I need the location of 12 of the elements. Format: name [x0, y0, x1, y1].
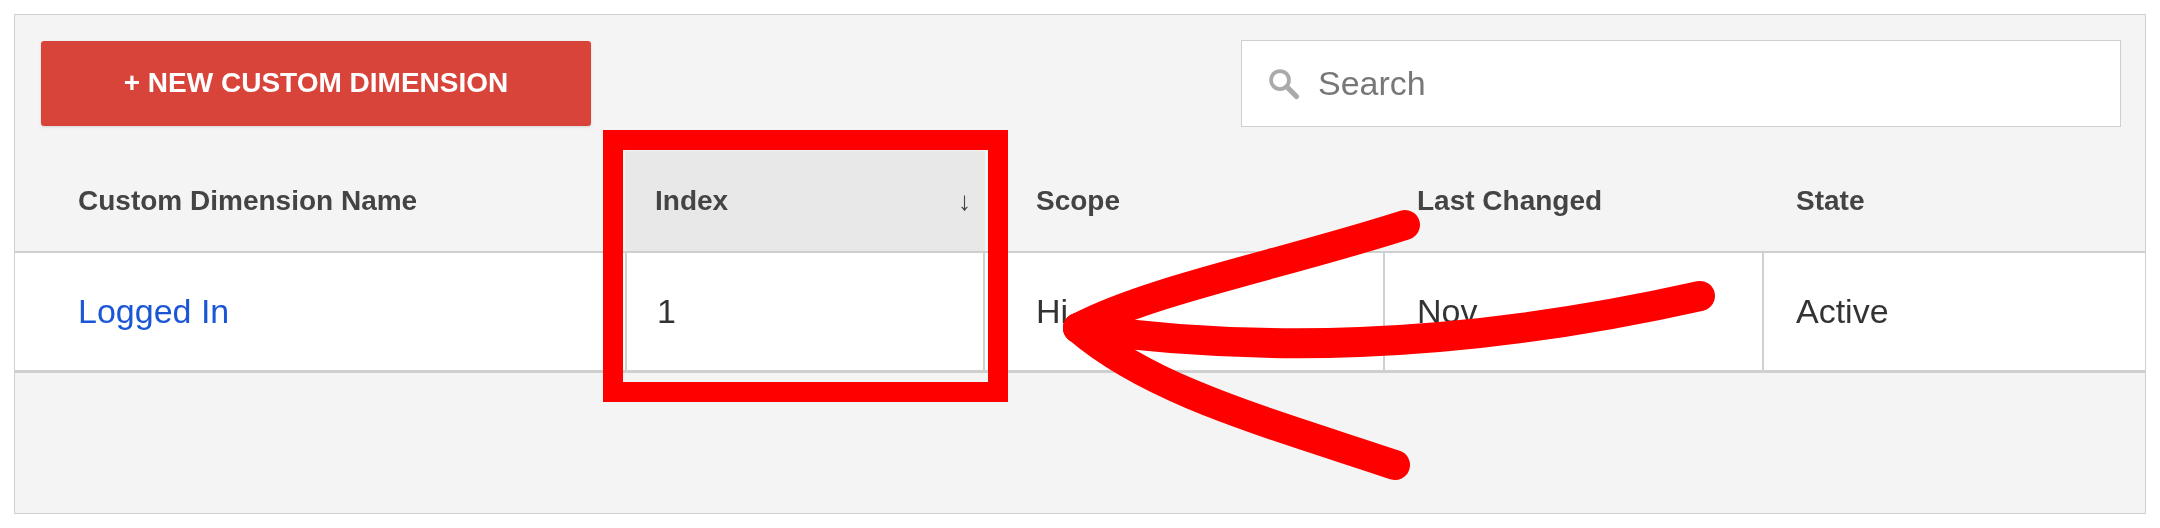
table-cell: 1	[625, 253, 985, 370]
column-header[interactable]: Last Changed	[1385, 151, 1764, 251]
new-dimension-button[interactable]: + NEW CUSTOM DIMENSION	[41, 40, 591, 126]
column-header[interactable]: Index ↓	[625, 151, 985, 251]
column-header[interactable]: Custom Dimension Name	[15, 151, 625, 251]
table-cell-text: Active	[1795, 291, 1890, 332]
column-header[interactable]: State	[1764, 151, 2145, 251]
sort-arrow-icon: ↓	[958, 181, 971, 221]
dimension-link[interactable]: Logged In	[15, 253, 625, 370]
column-header[interactable]: Scope	[985, 151, 1385, 251]
search-field[interactable]: Search	[1241, 39, 2121, 127]
table-cell: Hi	[985, 253, 1385, 370]
